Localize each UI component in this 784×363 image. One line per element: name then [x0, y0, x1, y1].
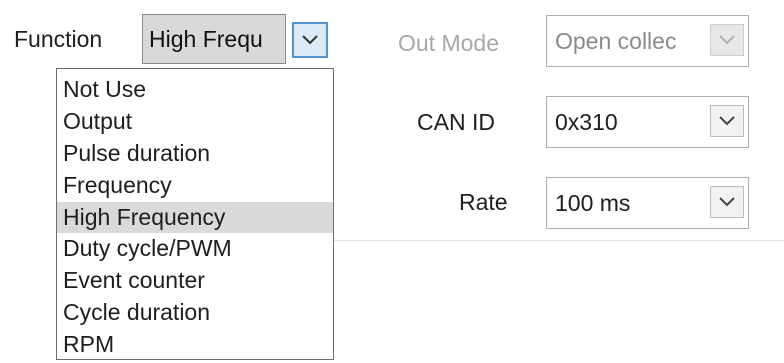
chevron-down-icon [302, 35, 318, 45]
rate-label: Rate [459, 189, 508, 215]
function-label: Function [14, 26, 103, 52]
function-option-not-use[interactable]: Not Use [57, 74, 333, 106]
function-selected-box[interactable]: High Frequ [142, 14, 286, 64]
out-mode-label: Out Mode [398, 30, 499, 56]
out-mode-dropdown-button [710, 24, 744, 56]
function-option-duty-cycle-pwm[interactable]: Duty cycle/PWM [57, 233, 333, 265]
function-combobox[interactable]: High Frequ [142, 14, 332, 64]
can-id-label: CAN ID [417, 109, 495, 135]
rate-value: 100 ms [555, 189, 631, 216]
function-option-rpm[interactable]: RPM [57, 329, 333, 361]
out-mode-value: Open collec [555, 27, 677, 54]
out-mode-combobox: Open collec [546, 15, 749, 67]
function-option-output[interactable]: Output [57, 106, 333, 138]
function-selected-value: High Frequ [149, 25, 263, 52]
function-option-event-counter[interactable]: Event counter [57, 265, 333, 297]
chevron-down-icon [719, 197, 735, 207]
function-option-pulse-duration[interactable]: Pulse duration [57, 138, 333, 170]
can-id-dropdown-button[interactable] [710, 105, 744, 137]
function-dropdown-button[interactable] [292, 22, 328, 58]
function-option-cycle-duration[interactable]: Cycle duration [57, 297, 333, 329]
chevron-down-icon [719, 116, 735, 126]
can-id-combobox[interactable]: 0x310 [546, 96, 749, 148]
rate-dropdown-button[interactable] [710, 186, 744, 218]
chevron-down-icon [719, 35, 735, 45]
rate-combobox[interactable]: 100 ms [546, 177, 749, 229]
function-dropdown-list[interactable]: Not Use Output Pulse duration Frequency … [56, 68, 334, 360]
function-option-frequency[interactable]: Frequency [57, 170, 333, 202]
can-id-value: 0x310 [555, 108, 618, 135]
section-divider [300, 240, 784, 241]
function-option-high-frequency[interactable]: High Frequency [57, 201, 333, 234]
